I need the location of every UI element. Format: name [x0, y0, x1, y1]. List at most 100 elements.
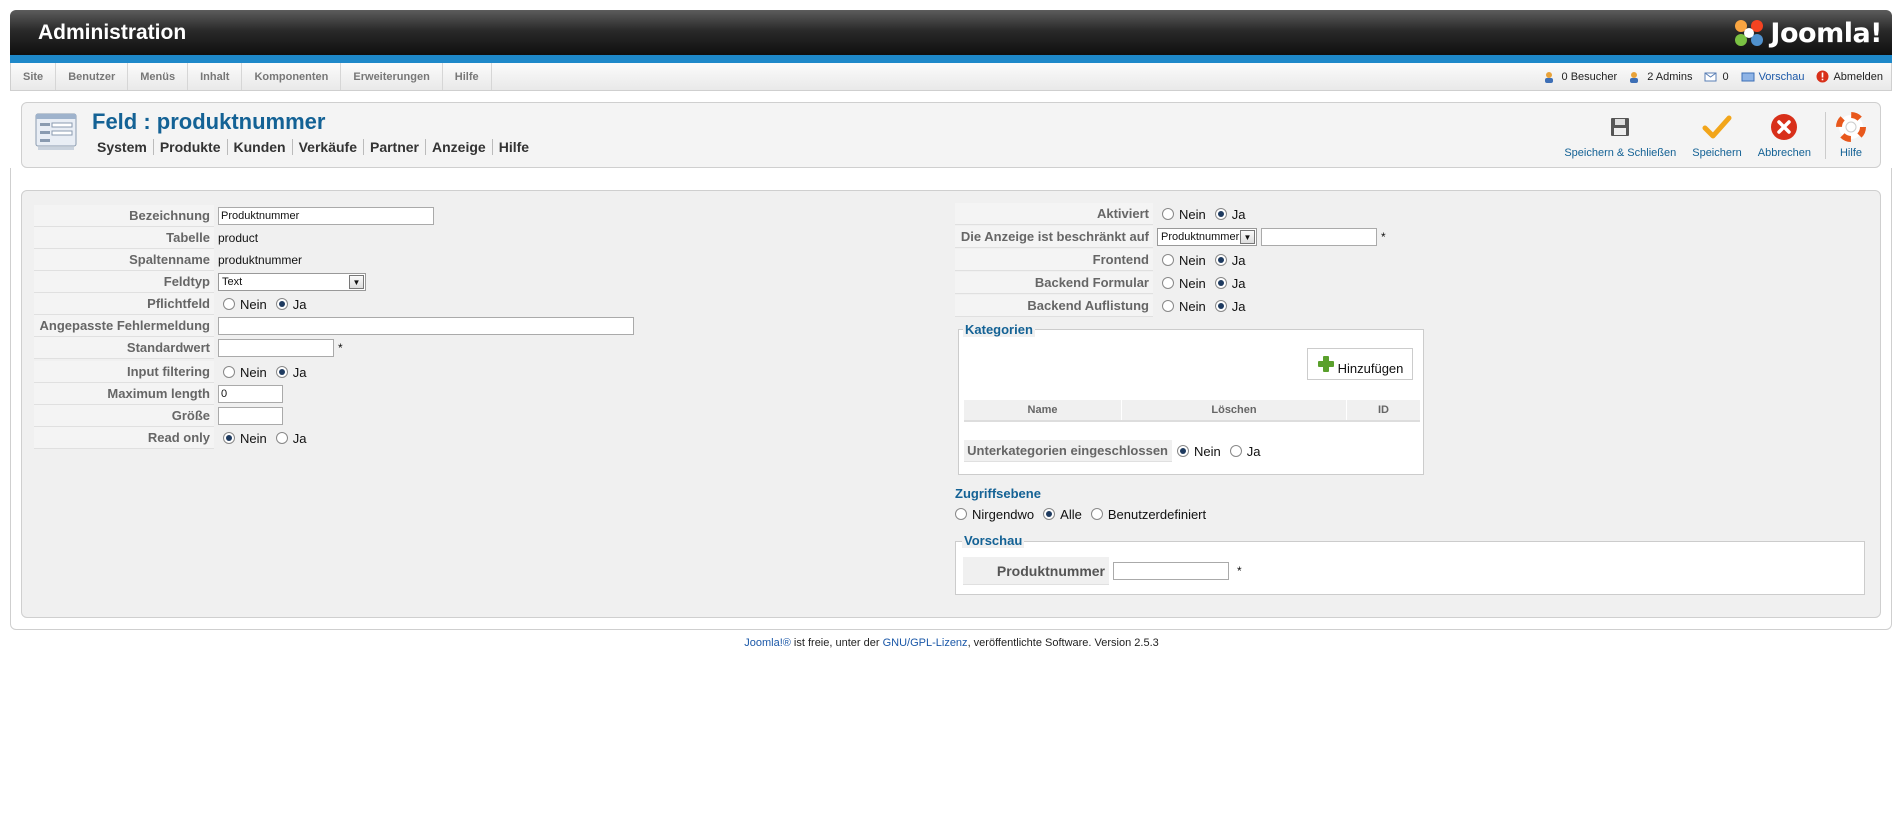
label-standardwert: Standardwert: [34, 337, 214, 359]
cancel-button[interactable]: Abbrechen: [1750, 112, 1819, 159]
row-backend-auflistung: Backend Auflistung Nein Ja: [955, 295, 1249, 317]
label-vorschau-produktnummer: Produktnummer: [963, 557, 1109, 585]
label-spaltenname: Spaltenname: [34, 249, 214, 271]
frontend-ja-radio[interactable]: [1214, 254, 1227, 266]
menu-inhalt[interactable]: Inhalt: [188, 63, 243, 90]
column-loeschen: Löschen: [1122, 400, 1347, 420]
menu-hilfe[interactable]: Hilfe: [443, 63, 492, 90]
footer-joomla-link[interactable]: Joomla!®: [744, 637, 791, 649]
submenu-kunden[interactable]: Kunden: [228, 139, 293, 155]
field-page-icon: [34, 111, 78, 156]
visitors-status: 0 Besucher: [1544, 71, 1617, 83]
backend-auflistung-nein-label: Nein: [1179, 298, 1206, 314]
menu-erweiterungen[interactable]: Erweiterungen: [341, 63, 443, 90]
help-label: Hilfe: [1839, 147, 1862, 159]
submenu-system[interactable]: System: [97, 139, 154, 155]
aktiviert-nein-radio[interactable]: [1162, 208, 1174, 220]
page-title: Feld : produktnummer: [92, 109, 326, 134]
logout-link[interactable]: Abmelden: [1816, 70, 1883, 83]
unterkategorien-ja-radio[interactable]: [1229, 445, 1242, 457]
submenu-partner[interactable]: Partner: [364, 139, 427, 155]
zugriff-benutzerdefiniert-radio[interactable]: [1090, 508, 1103, 520]
row-spaltenname: Spaltenname produktnummer: [34, 249, 302, 271]
submenu-anzeige[interactable]: Anzeige: [426, 139, 493, 155]
backend-formular-ja-radio[interactable]: [1214, 277, 1227, 289]
read-only-nein-label: Nein: [240, 430, 267, 446]
label-input-filtering: Input filtering: [34, 361, 214, 383]
preview-link[interactable]: Vorschau: [1741, 71, 1804, 83]
feldtyp-select[interactable]: Text ▼: [218, 273, 366, 291]
lifebuoy-icon: [1836, 112, 1866, 142]
row-unterkategorien: Unterkategorien eingeschlossen Nein Ja: [964, 440, 1264, 462]
read-only-nein-radio[interactable]: [223, 432, 235, 444]
submenu-produkte[interactable]: Produkte: [154, 139, 228, 155]
pflichtfeld-nein-radio[interactable]: [223, 298, 235, 310]
save-button[interactable]: Speichern: [1684, 112, 1750, 159]
max-length-input[interactable]: [218, 385, 283, 403]
backend-formular-nein-radio[interactable]: [1162, 277, 1174, 289]
row-tabelle: Tabelle product: [34, 227, 258, 249]
header-title: Administration: [38, 21, 187, 44]
vorschau-produktnummer-input[interactable]: [1113, 562, 1229, 580]
vorschau-legend: Vorschau: [962, 533, 1025, 548]
row-groesse: Größe: [34, 405, 283, 427]
joomla-wordmark: Joomla!: [1770, 17, 1882, 49]
label-tabelle: Tabelle: [34, 227, 214, 249]
chevron-down-icon: ▼: [349, 275, 364, 289]
label-unterkategorien: Unterkategorien eingeschlossen: [964, 440, 1172, 462]
admins-status: 2 Admins: [1629, 71, 1692, 83]
bezeichnung-input[interactable]: [218, 207, 434, 225]
beschraenkt-required-mark: *: [1381, 230, 1386, 244]
main-menu-bar: Site Benutzer Menüs Inhalt Komponenten E…: [10, 63, 1892, 91]
frontend-nein-radio[interactable]: [1162, 254, 1174, 266]
groesse-input[interactable]: [218, 407, 283, 425]
row-pflichtfeld: Pflichtfeld Nein Ja: [34, 293, 310, 315]
zugriff-alle-radio[interactable]: [1043, 508, 1056, 520]
read-only-ja-label: Ja: [292, 430, 307, 446]
toolbar-buttons: Speichern & Schließen Speichern Abbreche…: [1556, 112, 1874, 159]
save-close-button[interactable]: Speichern & Schließen: [1556, 112, 1684, 159]
standardwert-input[interactable]: [218, 339, 334, 357]
input-filtering-ja-radio[interactable]: [275, 366, 288, 378]
footer-license-link[interactable]: GNU/GPL-Lizenz: [883, 637, 968, 649]
unterkategorien-nein-radio[interactable]: [1177, 445, 1189, 457]
menu-komponenten[interactable]: Komponenten: [242, 63, 342, 90]
spaltenname-value: produktnummer: [218, 253, 303, 267]
zugriff-benutzerdefiniert-label: Benutzerdefiniert: [1107, 506, 1207, 522]
menu-benutzer[interactable]: Benutzer: [56, 63, 129, 90]
backend-auflistung-ja-label: Ja: [1231, 298, 1246, 314]
beschraenkt-input[interactable]: [1261, 228, 1377, 246]
backend-auflistung-nein-radio[interactable]: [1162, 300, 1174, 312]
frontend-nein-label: Nein: [1179, 252, 1206, 268]
menu-site[interactable]: Site: [11, 63, 57, 90]
zugriff-nirgendwo-radio[interactable]: [955, 508, 967, 520]
fehlermeldung-input[interactable]: [218, 317, 634, 335]
add-icon: [1317, 356, 1334, 372]
admins-icon: [1630, 71, 1639, 83]
visitors-icon: [1544, 71, 1553, 83]
column-id: ID: [1378, 404, 1389, 416]
label-max-length: Maximum length: [34, 383, 214, 405]
aktiviert-ja-radio[interactable]: [1214, 208, 1227, 220]
label-feldtyp: Feldtyp: [34, 271, 214, 293]
logout-label: Abmelden: [1833, 70, 1883, 83]
menu-menues[interactable]: Menüs: [128, 63, 189, 90]
input-filtering-nein-radio[interactable]: [223, 366, 235, 378]
add-category-button[interactable]: Hinzufügen: [1307, 348, 1413, 380]
checkmark-icon: [1702, 115, 1732, 139]
row-feldtyp: Feldtyp Text ▼: [34, 271, 366, 293]
field-form: Bezeichnung Tabelle product Spaltenname …: [21, 190, 1881, 618]
help-button[interactable]: Hilfe: [1825, 112, 1874, 159]
preview-icon: [1741, 72, 1755, 81]
footer-text-2: , veröffentlichte Software. Version 2.5.…: [967, 637, 1159, 649]
submenu-verkaeufe[interactable]: Verkäufe: [293, 139, 364, 155]
beschraenkt-select[interactable]: Produktnummer ▼: [1157, 228, 1257, 246]
pflichtfeld-ja-radio[interactable]: [275, 298, 288, 310]
messages-status[interactable]: 0: [1704, 71, 1729, 83]
submenu-hilfe[interactable]: Hilfe: [493, 139, 535, 155]
kategorien-fieldset: Kategorien Hinzufügen Name Löschen ID Un…: [958, 322, 1424, 475]
backend-auflistung-ja-radio[interactable]: [1214, 300, 1227, 312]
beschraenkt-selected: Produktnummer: [1161, 231, 1240, 243]
column-name: Name: [964, 400, 1122, 420]
read-only-ja-radio[interactable]: [275, 432, 288, 444]
